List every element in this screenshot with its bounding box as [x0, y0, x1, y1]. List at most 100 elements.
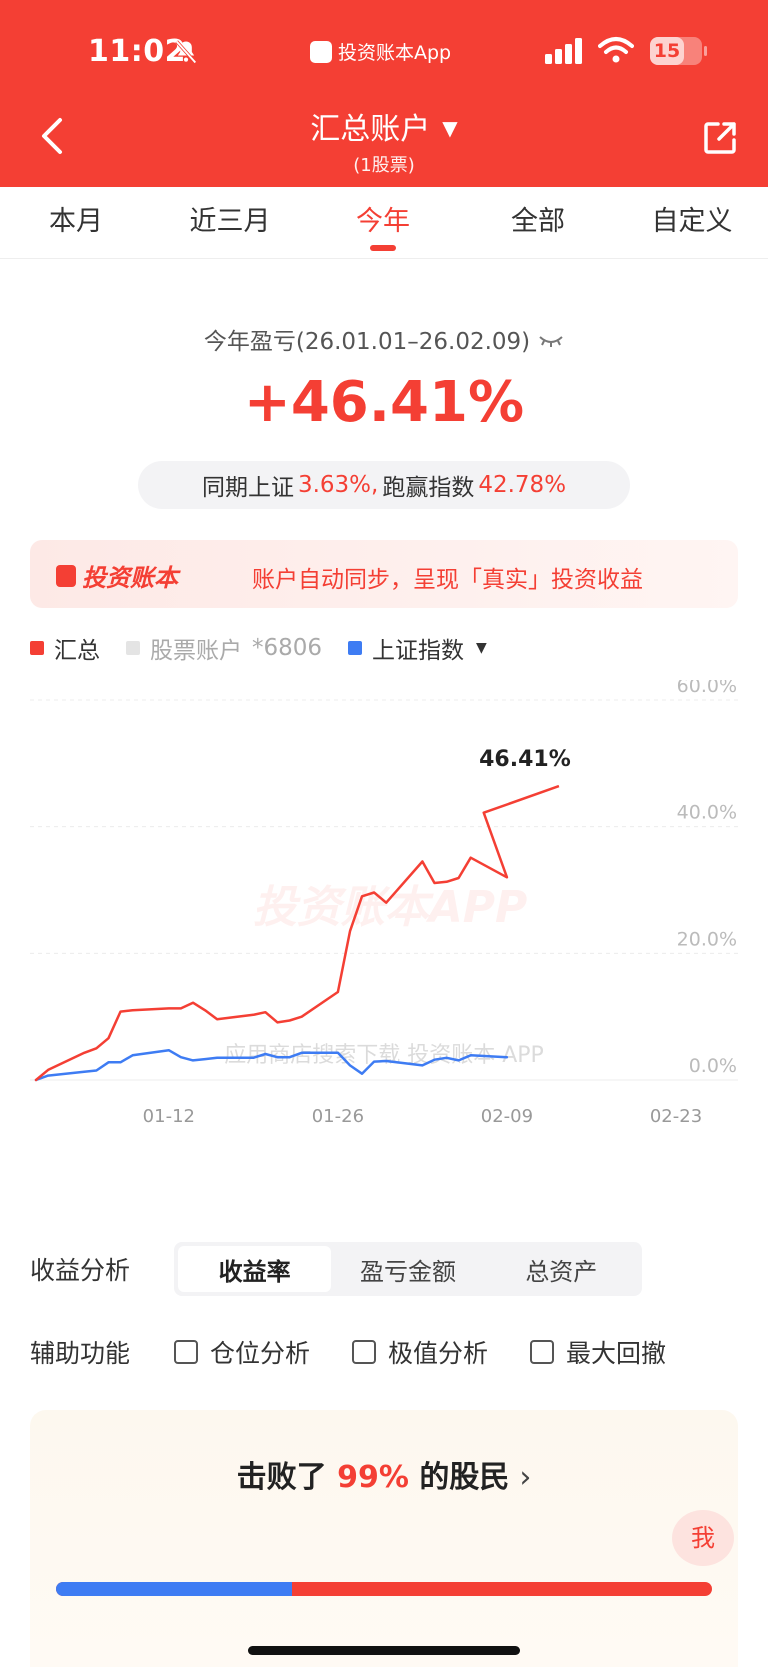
y-tick-label: 60.0% — [677, 680, 737, 697]
data-point-total — [35, 1079, 37, 1081]
chart-legend: 汇总 股票账户 *6806 上证指数 ▼ — [30, 632, 738, 664]
wifi-icon — [598, 37, 634, 63]
data-point-total — [107, 1037, 109, 1039]
eye-hidden-icon[interactable] — [538, 335, 564, 347]
app-badge[interactable]: 投资账本App — [310, 38, 451, 65]
tab-this-year[interactable]: 今年 — [323, 199, 443, 238]
data-point-total — [337, 991, 339, 993]
data-point-index — [131, 1054, 133, 1056]
data-point-index — [361, 1072, 363, 1074]
data-point-index — [192, 1059, 194, 1061]
data-point-index — [445, 1057, 447, 1059]
data-point-index — [300, 1052, 302, 1054]
data-point-total — [421, 860, 423, 862]
data-point-total — [204, 1009, 206, 1011]
app-logo-icon — [310, 40, 332, 63]
bell-muted-icon — [175, 40, 197, 64]
segment-pnl-amount[interactable]: 盈亏金额 — [331, 1246, 484, 1292]
data-point-total — [457, 877, 459, 879]
data-point-index — [433, 1059, 435, 1061]
data-point-index — [457, 1059, 459, 1061]
index-compare-pill: 同期上证 3.63%, 跑赢指数 42.78% — [138, 461, 630, 509]
beat-progress-bar — [56, 1582, 712, 1596]
data-point-total — [95, 1047, 97, 1049]
header: 11:02 投资账本App 15 汇总账户 ▼ (1股票) — [0, 0, 768, 187]
y-tick-label: 20.0% — [677, 928, 737, 950]
legend-item-index[interactable]: 上证指数 ▼ — [348, 631, 487, 665]
share-icon[interactable] — [702, 120, 738, 156]
data-point-index — [337, 1052, 339, 1054]
legend-label: 上证指数 — [372, 638, 465, 664]
data-point-index — [95, 1069, 97, 1071]
series-line-total-tail — [482, 784, 560, 878]
page-subtitle: (1股票) — [353, 155, 415, 176]
data-point-total — [300, 1015, 302, 1017]
status-bar: 11:02 投资账本App 15 — [0, 30, 768, 74]
data-point-index — [470, 1054, 472, 1056]
data-point-total — [276, 1021, 278, 1023]
analysis-row: 收益分析 收益率 盈亏金额 总资产 — [30, 1242, 738, 1296]
beat-suffix: 的股民 — [419, 1460, 510, 1495]
tab-custom[interactable]: 自定义 — [632, 199, 752, 238]
promo-banner[interactable]: 投资账本 账户自动同步，呈现「真实」投资收益 — [30, 540, 738, 608]
tab-all[interactable]: 全部 — [478, 199, 598, 238]
brand-logo-icon — [56, 564, 76, 587]
beat-percent: 99% — [337, 1460, 409, 1495]
legend-item-stock-account[interactable]: 股票账户 *6806 — [126, 631, 322, 665]
data-point-total — [264, 1011, 266, 1013]
home-indicator — [248, 1646, 520, 1655]
checkbox-position-analysis[interactable]: 仓位分析 — [174, 1334, 310, 1370]
data-point-index — [276, 1056, 278, 1058]
beat-percentile-card[interactable]: 击败了 99% 的股民 › 我 — [30, 1410, 738, 1667]
data-point-index — [349, 1064, 351, 1066]
checkbox-max-drawdown[interactable]: 最大回撤 — [530, 1334, 666, 1370]
checkbox-label: 最大回撤 — [566, 1339, 667, 1368]
segment-return-rate[interactable]: 收益率 — [178, 1246, 332, 1292]
legend-item-total[interactable]: 汇总 — [30, 631, 100, 665]
data-point-index — [216, 1057, 218, 1059]
app-badge-label: 投资账本App — [338, 42, 452, 64]
data-point-index — [288, 1056, 290, 1058]
chevron-right-icon: › — [519, 1460, 532, 1495]
excess-return: 42.78% — [478, 472, 567, 498]
y-tick-label: 40.0% — [677, 802, 737, 824]
checkbox-box[interactable] — [352, 1340, 377, 1364]
data-point-index — [119, 1061, 121, 1063]
caret-down-icon: ▼ — [476, 640, 487, 656]
period-label-row: 今年盈亏(26.01.01–26.02.09) — [0, 322, 768, 356]
data-point-total — [470, 857, 472, 859]
chart-watermark: 投资账本APP — [253, 882, 528, 933]
segment-total-assets[interactable]: 总资产 — [485, 1246, 638, 1292]
data-point-total — [252, 1014, 254, 1016]
data-point-index — [83, 1071, 85, 1073]
banner-brand-label: 投资账本 — [82, 564, 178, 592]
legend-label: 汇总 — [54, 638, 100, 664]
data-point-total — [445, 881, 447, 883]
checkbox-box[interactable] — [174, 1340, 198, 1364]
data-point-index — [385, 1060, 387, 1062]
data-point-index — [204, 1058, 206, 1060]
tab-this-month[interactable]: 本月 — [16, 199, 136, 238]
signal-icon — [545, 38, 582, 64]
checkbox-box[interactable] — [530, 1340, 555, 1364]
account-selector[interactable]: 汇总账户 ▼ — [0, 104, 768, 148]
tab-last-three-months[interactable]: 近三月 — [170, 199, 290, 238]
x-tick-label: 02-23 — [650, 1106, 702, 1127]
data-point-index — [168, 1049, 170, 1051]
legend-account-number: *6806 — [252, 635, 323, 661]
data-point-total — [192, 1002, 194, 1004]
analysis-label: 收益分析 — [30, 1256, 131, 1285]
data-point-index — [421, 1064, 423, 1066]
legend-label: 股票账户 — [150, 638, 242, 664]
checkbox-extreme-analysis[interactable]: 极值分析 — [352, 1334, 488, 1370]
data-point-total — [288, 1019, 290, 1021]
aux-row: 辅助功能 仓位分析 极值分析 最大回撤 — [30, 1332, 738, 1372]
caret-down-icon: ▼ — [442, 116, 458, 140]
beat-progress-fill — [56, 1582, 293, 1596]
aux-label: 辅助功能 — [30, 1339, 131, 1368]
return-chart[interactable]: 60.0% 40.0% 20.0% 0.0% 01-12 01-26 02-09 02-23 投… — [0, 680, 768, 1180]
data-point-total — [349, 930, 351, 932]
checkbox-label: 仓位分析 — [210, 1339, 311, 1368]
battery-icon: 15 — [650, 37, 707, 65]
period-tabs: 本月 近三月 今年 全部 自定义 — [0, 187, 768, 259]
